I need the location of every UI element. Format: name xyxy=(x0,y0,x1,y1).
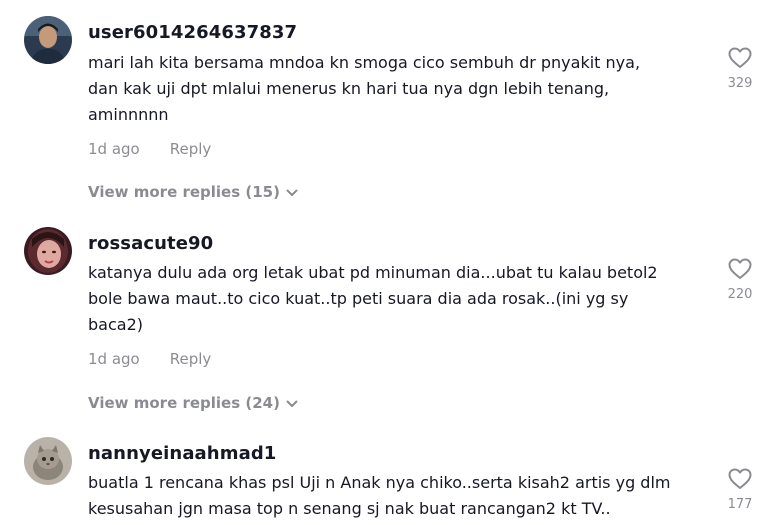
comment-text: katanya dulu ada org letak ubat pd minum… xyxy=(88,263,658,334)
view-more-replies-button[interactable]: View more replies (24) xyxy=(88,394,298,412)
view-more-replies-button[interactable]: View more replies (15) xyxy=(88,183,298,201)
view-more-replies-label: View more replies (15) xyxy=(88,183,280,201)
avatar[interactable] xyxy=(24,16,72,64)
comment-username[interactable]: rossacute90 xyxy=(88,233,213,254)
comment-text: buatla 1 rencana khas psl Uji n Anak nya… xyxy=(88,473,671,518)
reply-button[interactable]: Reply xyxy=(170,350,212,368)
like-button[interactable]: 329 xyxy=(722,47,758,91)
like-count: 177 xyxy=(727,497,753,512)
avatar[interactable] xyxy=(24,437,72,485)
comment-text: mari lah kita bersama mndoa kn smoga cic… xyxy=(88,53,641,124)
chevron-down-icon xyxy=(286,183,298,201)
heart-outline-icon xyxy=(728,47,752,68)
like-count: 329 xyxy=(727,76,753,91)
comment-time: 1d ago xyxy=(88,140,140,158)
avatar[interactable] xyxy=(24,227,72,275)
chevron-down-icon xyxy=(286,394,298,412)
like-button[interactable]: 177 xyxy=(722,468,758,512)
like-button[interactable]: 220 xyxy=(722,258,758,302)
heart-outline-icon xyxy=(728,468,752,489)
comment-username[interactable]: nannyeinaahmad1 xyxy=(88,443,276,464)
heart-outline-icon xyxy=(728,258,752,279)
view-more-replies-label: View more replies (24) xyxy=(88,394,280,412)
comment-username[interactable]: user6014264637837 xyxy=(88,22,297,43)
comment-meta: 1d ago Reply xyxy=(88,140,211,158)
comment-time: 1d ago xyxy=(88,350,140,368)
comment-meta: 1d ago Reply xyxy=(88,350,211,368)
reply-button[interactable]: Reply xyxy=(170,140,212,158)
like-count: 220 xyxy=(727,287,753,302)
